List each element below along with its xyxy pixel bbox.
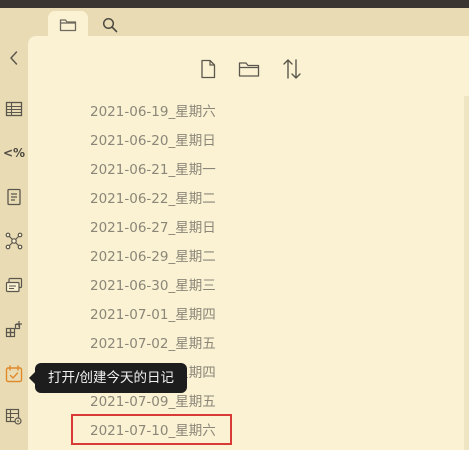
- chevron-left-icon: [10, 51, 18, 65]
- tooltip: 打开/创建今天的日记: [35, 363, 188, 393]
- graph-view-button[interactable]: [2, 229, 26, 253]
- table-settings-icon: [5, 408, 22, 425]
- new-folder-icon: [238, 62, 260, 77]
- cards-icon: [5, 277, 23, 293]
- search-icon: [102, 17, 118, 33]
- file-item[interactable]: 2021-06-19_星期六: [90, 100, 216, 124]
- templater-icon: <%: [2, 146, 26, 160]
- sort-button[interactable]: [279, 56, 305, 82]
- tab-search[interactable]: [90, 11, 130, 39]
- scrollbar[interactable]: [464, 96, 469, 450]
- tab-file-explorer[interactable]: [48, 11, 88, 39]
- folder-icon: [59, 19, 77, 32]
- file-item[interactable]: 2021-07-02_星期五: [90, 332, 216, 356]
- file-item[interactable]: 2021-07-09_星期五: [90, 390, 216, 414]
- file-item[interactable]: 2021-06-29_星期二: [90, 245, 216, 269]
- file-item[interactable]: 2021-06-21_星期一: [90, 158, 216, 182]
- highlight-box: [71, 414, 232, 445]
- tab-strip: [0, 8, 469, 39]
- table-settings-button[interactable]: [2, 405, 26, 429]
- file-item[interactable]: 2021-07-01_星期四: [90, 303, 216, 327]
- file-item[interactable]: 2021-06-27_星期日: [90, 216, 216, 240]
- collapse-sidebar-button[interactable]: [2, 46, 26, 70]
- sort-icon: [283, 59, 301, 79]
- add-block-button[interactable]: [2, 317, 26, 341]
- title-bar: [0, 0, 469, 8]
- form-button[interactable]: [2, 185, 26, 209]
- add-block-icon: [5, 321, 22, 338]
- cards-button[interactable]: [2, 273, 26, 297]
- daily-note-button[interactable]: [2, 362, 26, 386]
- file-item[interactable]: 2021-06-20_星期日: [90, 129, 216, 153]
- table-button[interactable]: [2, 97, 26, 121]
- table-icon: [5, 101, 23, 117]
- new-folder-button[interactable]: [236, 56, 262, 82]
- new-note-button[interactable]: [195, 56, 221, 82]
- templater-button[interactable]: <%: [2, 141, 26, 165]
- file-item[interactable]: 2021-06-30_星期三: [90, 274, 216, 298]
- graph-icon: [5, 232, 23, 250]
- form-icon: [7, 188, 21, 206]
- left-ribbon: <%: [0, 38, 28, 450]
- daily-note-icon: [5, 365, 23, 383]
- new-note-icon: [201, 59, 216, 79]
- file-item[interactable]: 2021-06-22_星期二: [90, 187, 216, 211]
